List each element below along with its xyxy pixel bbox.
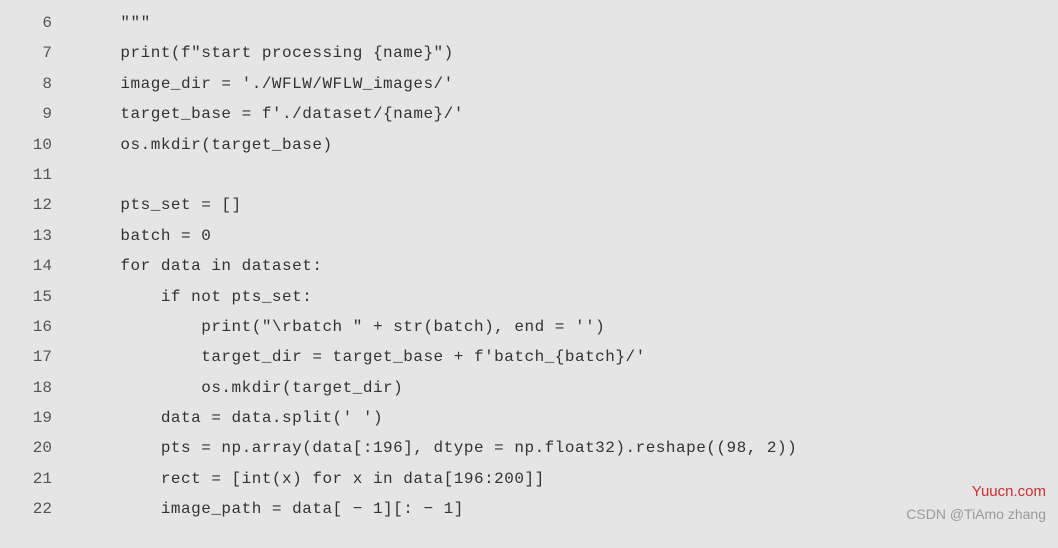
code-text: for data in dataset:: [80, 251, 322, 281]
line-number: 6: [0, 8, 80, 38]
code-line: 18 os.mkdir(target_dir): [0, 373, 1058, 403]
line-number: 15: [0, 282, 80, 312]
code-text: print(f"start processing {name}"): [80, 38, 454, 68]
line-number: 11: [0, 160, 80, 190]
watermark-author: CSDN @TiAmo zhang: [906, 501, 1046, 528]
line-number: 8: [0, 69, 80, 99]
code-text: target_dir = target_base + f'batch_{batc…: [80, 342, 646, 372]
line-number: 10: [0, 130, 80, 160]
line-number: 20: [0, 433, 80, 463]
line-number: 17: [0, 342, 80, 372]
code-text: batch = 0: [80, 221, 211, 251]
code-line: 6 """: [0, 8, 1058, 38]
code-block: 6 """ 7 print(f"start processing {name}"…: [0, 8, 1058, 525]
code-text: image_path = data[ − 1][: − 1]: [80, 494, 464, 524]
code-text: os.mkdir(target_dir): [80, 373, 403, 403]
line-number: 18: [0, 373, 80, 403]
code-line: 17 target_dir = target_base + f'batch_{b…: [0, 342, 1058, 372]
code-line: 12 pts_set = []: [0, 190, 1058, 220]
line-number: 22: [0, 494, 80, 524]
line-number: 7: [0, 38, 80, 68]
code-line: 8 image_dir = './WFLW/WFLW_images/': [0, 69, 1058, 99]
code-text: rect = [int(x) for x in data[196:200]]: [80, 464, 545, 494]
code-text: print("\rbatch " + str(batch), end = ''): [80, 312, 605, 342]
code-text: pts = np.array(data[:196], dtype = np.fl…: [80, 433, 797, 463]
code-line: 16 print("\rbatch " + str(batch), end = …: [0, 312, 1058, 342]
code-text: data = data.split(' '): [80, 403, 383, 433]
code-line: 9 target_base = f'./dataset/{name}/': [0, 99, 1058, 129]
line-number: 14: [0, 251, 80, 281]
code-text: target_base = f'./dataset/{name}/': [80, 99, 464, 129]
code-text: os.mkdir(target_base): [80, 130, 333, 160]
code-line: 13 batch = 0: [0, 221, 1058, 251]
code-line: 21 rect = [int(x) for x in data[196:200]…: [0, 464, 1058, 494]
code-line: 11: [0, 160, 1058, 190]
code-line: 10 os.mkdir(target_base): [0, 130, 1058, 160]
line-number: 12: [0, 190, 80, 220]
code-line: 15 if not pts_set:: [0, 282, 1058, 312]
line-number: 9: [0, 99, 80, 129]
code-line: 14 for data in dataset:: [0, 251, 1058, 281]
line-number: 19: [0, 403, 80, 433]
code-text: image_dir = './WFLW/WFLW_images/': [80, 69, 454, 99]
line-number: 13: [0, 221, 80, 251]
code-text: if not pts_set:: [80, 282, 312, 312]
code-line: 20 pts = np.array(data[:196], dtype = np…: [0, 433, 1058, 463]
line-number: 16: [0, 312, 80, 342]
code-line: 7 print(f"start processing {name}"): [0, 38, 1058, 68]
line-number: 21: [0, 464, 80, 494]
code-line: 22 image_path = data[ − 1][: − 1]: [0, 494, 1058, 524]
code-line: 19 data = data.split(' '): [0, 403, 1058, 433]
code-text: pts_set = []: [80, 190, 242, 220]
code-text: """: [80, 8, 151, 38]
